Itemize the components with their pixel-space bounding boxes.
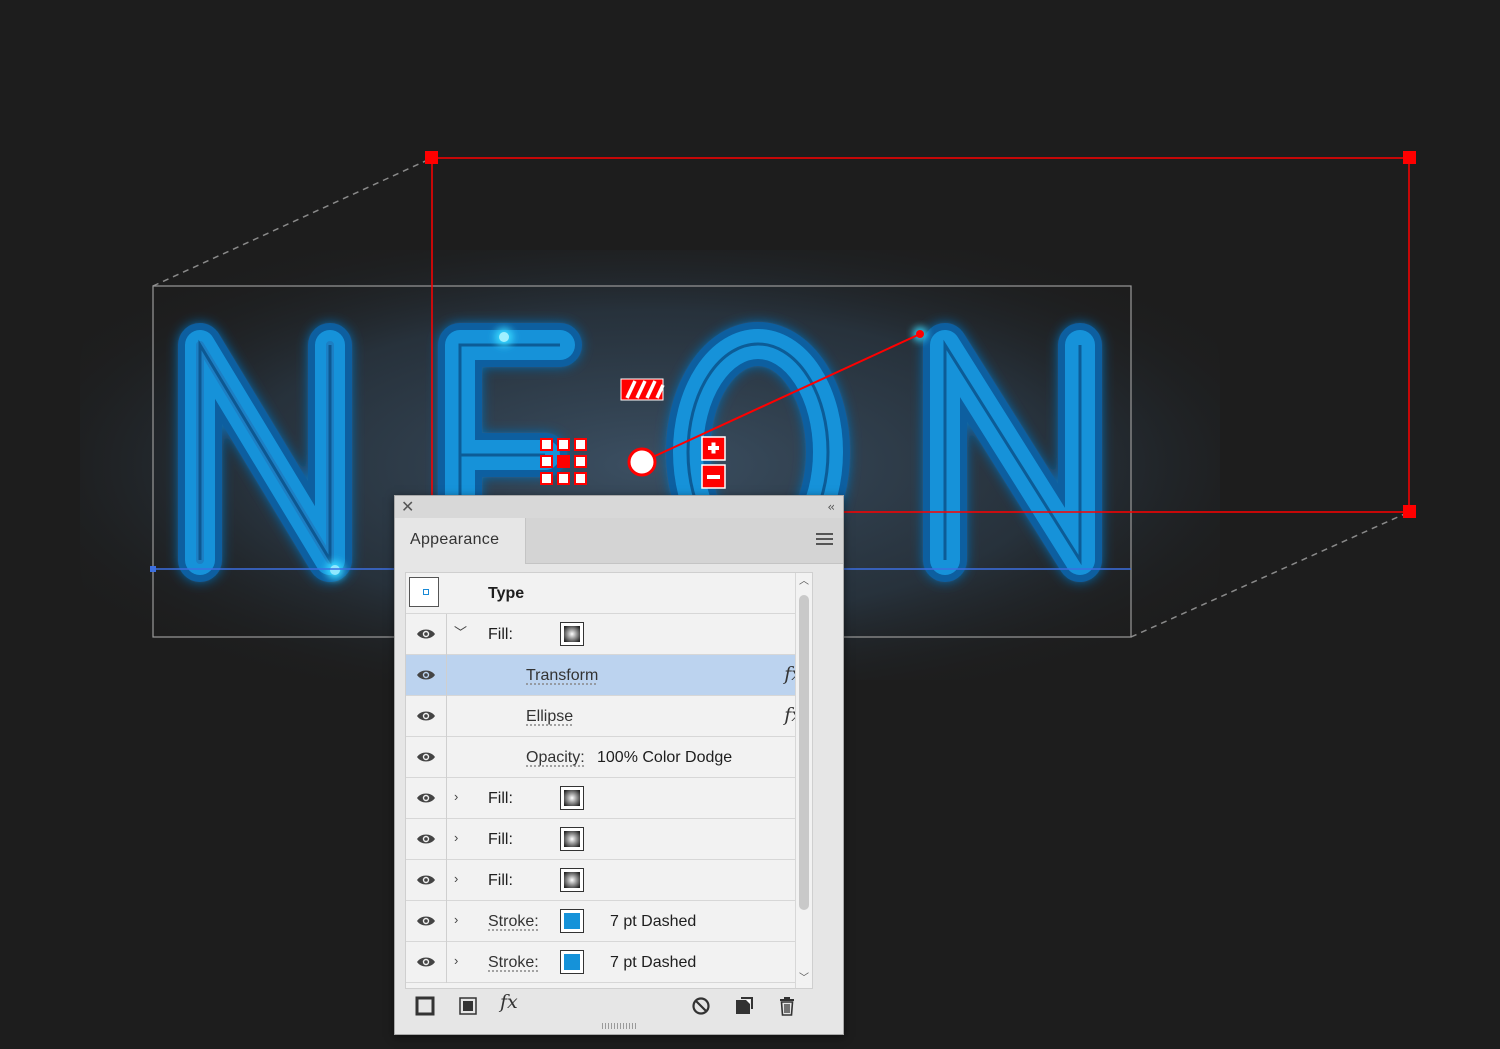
eye-icon[interactable] <box>416 791 436 805</box>
scroll-down-icon[interactable]: ﹀ <box>798 973 810 985</box>
eye-icon[interactable] <box>416 914 436 928</box>
eye-icon[interactable] <box>416 955 436 969</box>
fill-swatch[interactable] <box>560 786 584 810</box>
stroke-value: 7 pt Dashed <box>610 954 697 971</box>
close-icon[interactable]: ✕ <box>401 497 414 517</box>
fill-label: Fill: <box>488 831 513 848</box>
type-thumbnail <box>409 577 439 607</box>
row-divider <box>446 819 447 860</box>
opacity-row[interactable]: Opacity: 100% Color Dodge <box>406 737 812 778</box>
opacity-link[interactable]: Opacity: <box>526 749 585 767</box>
stroke-swatch[interactable] <box>560 950 584 974</box>
fill-swatch[interactable] <box>560 827 584 851</box>
eye-icon[interactable] <box>416 668 436 682</box>
transform-handle-top-left[interactable] <box>425 151 438 164</box>
duplicate-item-icon[interactable] <box>733 995 755 1017</box>
neon-hotspot <box>499 332 509 342</box>
fill-swatch[interactable] <box>560 622 584 646</box>
delete-icon[interactable] <box>776 995 798 1017</box>
reflect-widget[interactable] <box>620 378 665 401</box>
eye-icon[interactable] <box>416 750 436 764</box>
stroke-link[interactable]: Stroke: <box>488 913 539 931</box>
transform-handle-bottom-right[interactable] <box>1403 505 1416 518</box>
transform-handle-top-right[interactable] <box>1403 151 1416 164</box>
appearance-list: Type ﹀ Fill: Transform fx Ellipse fx Opa… <box>405 572 813 989</box>
opacity-value: 100% Color Dodge <box>597 749 733 766</box>
panel-menu-icon[interactable] <box>816 533 833 547</box>
row-divider <box>446 860 447 901</box>
chevron-down-icon[interactable]: ﹀ <box>454 625 470 641</box>
add-new-stroke-icon[interactable] <box>414 995 436 1017</box>
panel-footer: fx <box>395 987 843 1027</box>
appearance-panel: ✕ ‹‹ Appearance Type ﹀ Fill: Transform f… <box>394 495 844 1035</box>
add-copy-button[interactable] <box>701 436 726 461</box>
stroke-swatch[interactable] <box>560 909 584 933</box>
stroke-value: 7 pt Dashed <box>610 913 697 930</box>
row-divider <box>446 737 447 778</box>
baseline-anchor[interactable] <box>150 566 156 572</box>
eye-icon[interactable] <box>416 627 436 641</box>
appearance-header-row[interactable]: Type <box>406 573 812 614</box>
effect-row-ellipse[interactable]: Ellipse fx <box>406 696 812 737</box>
scrollbar-thumb[interactable] <box>799 595 809 910</box>
clear-appearance-icon[interactable] <box>690 995 712 1017</box>
chevron-right-icon[interactable]: › <box>454 953 470 969</box>
stroke-row[interactable]: › Stroke: 7 pt Dashed <box>406 942 812 983</box>
remove-copy-button[interactable] <box>701 464 726 489</box>
row-divider <box>446 778 447 819</box>
resize-grip[interactable] <box>602 1023 636 1029</box>
fill-row[interactable]: ﹀ Fill: <box>406 614 812 655</box>
fill-swatch[interactable] <box>560 868 584 892</box>
fill-label: Fill: <box>488 626 513 643</box>
row-divider <box>446 696 447 737</box>
tab-appearance[interactable]: Appearance <box>395 518 526 564</box>
eye-icon[interactable] <box>416 709 436 723</box>
stroke-link[interactable]: Stroke: <box>488 954 539 972</box>
scroll-up-icon[interactable]: ︿ <box>798 576 810 588</box>
eye-icon[interactable] <box>416 832 436 846</box>
rotation-direction-handle[interactable] <box>916 330 924 338</box>
object-type-label: Type <box>488 585 525 602</box>
chevron-right-icon[interactable]: › <box>454 912 470 928</box>
chevron-right-icon[interactable]: › <box>454 830 470 846</box>
collapse-icon[interactable]: ‹‹ <box>827 496 834 518</box>
chevron-right-icon[interactable]: › <box>454 789 470 805</box>
row-divider <box>446 655 447 696</box>
eye-icon[interactable] <box>416 873 436 887</box>
effect-link-transform[interactable]: Transform <box>526 667 598 685</box>
add-effect-icon[interactable]: fx <box>500 991 518 1013</box>
add-new-fill-icon[interactable] <box>457 995 479 1017</box>
chevron-right-icon[interactable]: › <box>454 871 470 887</box>
row-divider <box>446 614 447 655</box>
effect-link-ellipse[interactable]: Ellipse <box>526 708 573 726</box>
effect-row-transform[interactable]: Transform fx <box>406 655 812 696</box>
reference-point-grid[interactable] <box>540 438 587 485</box>
fill-label: Fill: <box>488 790 513 807</box>
fill-row[interactable]: › Fill: <box>406 860 812 901</box>
panel-titlebar[interactable]: ✕ ‹‹ <box>395 496 843 519</box>
list-scrollbar[interactable]: ︿ ﹀ <box>795 573 812 988</box>
row-divider <box>446 942 447 983</box>
fill-label: Fill: <box>488 872 513 889</box>
fill-row[interactable]: › Fill: <box>406 819 812 860</box>
panel-tabbar: Appearance <box>395 518 843 564</box>
row-divider <box>446 901 447 942</box>
fill-row[interactable]: › Fill: <box>406 778 812 819</box>
neon-hotspot <box>330 565 340 575</box>
stroke-row[interactable]: › Stroke: 7 pt Dashed <box>406 901 812 942</box>
reference-point-handle[interactable] <box>627 447 657 477</box>
